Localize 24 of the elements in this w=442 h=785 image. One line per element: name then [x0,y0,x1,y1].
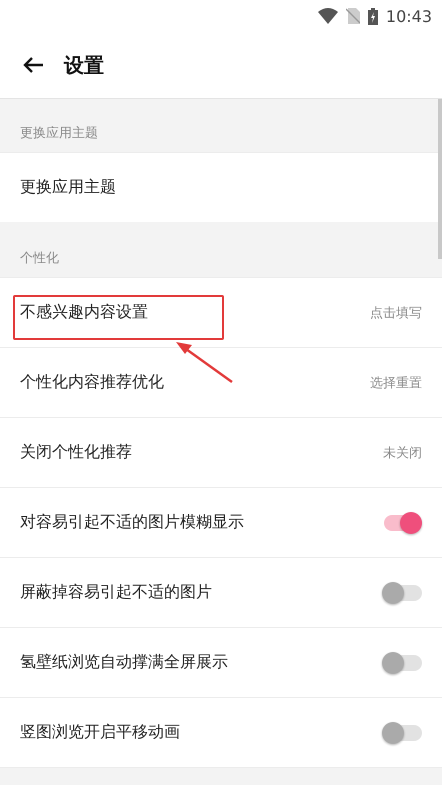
setting-label[interactable]: 关闭个性化推荐 [20,442,132,463]
toggle-switch[interactable] [384,584,422,600]
toggle-switch[interactable] [384,514,422,530]
setting-label[interactable]: 个性化内容推荐优化 [20,372,164,393]
pointer-arrow [174,340,234,384]
section-header: 更换应用主题 [20,125,98,142]
setting-value[interactable]: 选择重置 [370,374,422,392]
battery-charging-icon [368,8,378,24]
setting-label[interactable]: 屏蔽掉容易引起不适的图片 [20,582,212,603]
toggle-switch[interactable] [384,724,422,740]
no-sim-icon [346,8,360,24]
setting-label[interactable]: 竖图浏览开启平移动画 [20,722,180,743]
toggle-switch[interactable] [384,654,422,670]
page-title: 设置 [64,52,104,78]
wifi-icon [318,8,338,24]
setting-label[interactable]: 不感兴趣内容设置 [20,302,148,323]
status-time: 10:43 [386,6,432,26]
setting-value[interactable]: 点击填写 [370,304,422,322]
back-button[interactable] [22,56,44,74]
section-header: 个性化 [20,250,59,267]
setting-label[interactable]: 更换应用主题 [20,177,116,198]
setting-value[interactable]: 未关闭 [383,444,422,462]
setting-label[interactable]: 氢壁纸浏览自动撑满全屏展示 [20,652,228,673]
setting-label[interactable]: 对容易引起不适的图片模糊显示 [20,512,244,533]
